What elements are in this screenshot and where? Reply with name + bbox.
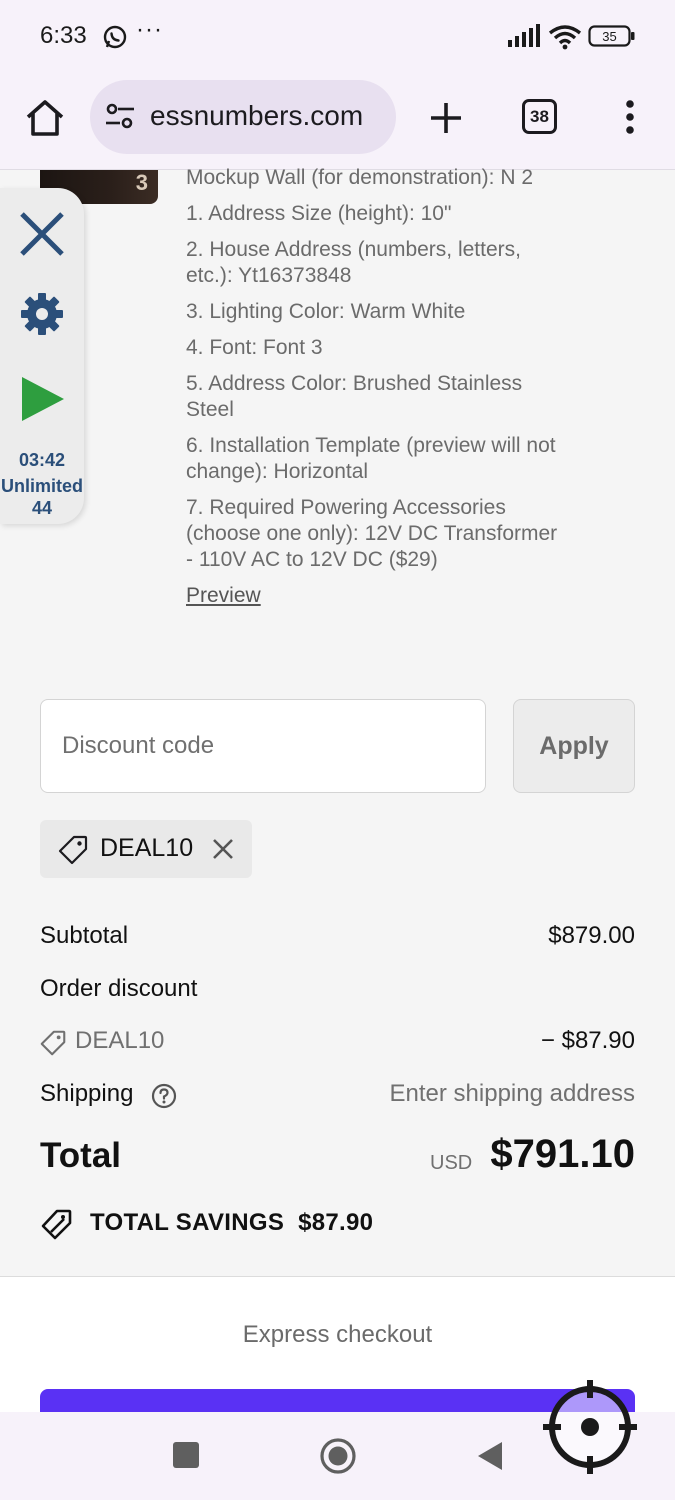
help-icon[interactable]: [151, 1083, 177, 1109]
preview-link[interactable]: Preview: [186, 583, 261, 609]
status-time: 6:33: [40, 22, 87, 49]
site-settings-icon[interactable]: [104, 102, 136, 130]
discount-value: − $87.90: [540, 1027, 635, 1054]
subtotal-value: $879.00: [548, 922, 635, 949]
status-bar: 6:33 ··· 35: [0, 0, 675, 72]
recorder-mode: Unlimited: [0, 476, 83, 496]
tag-icon: [40, 1030, 66, 1056]
signal-icon: [508, 24, 540, 47]
tag-icon: [58, 835, 88, 865]
detail-line: 2. House Address (numbers, letters, etc.…: [186, 238, 521, 287]
shipping-value: Enter shipping address: [389, 1080, 635, 1107]
detail-line: 7. Required Powering Accessories (choose…: [186, 496, 558, 571]
total-label: Total: [40, 1136, 122, 1175]
detail-line: Mockup Wall (for demonstration): N 2: [186, 166, 534, 189]
total-currency: USD: [430, 1152, 473, 1174]
wifi-icon: [548, 25, 582, 50]
play-icon[interactable]: [20, 376, 66, 422]
total-savings-value: $87.90: [298, 1209, 374, 1236]
whatsapp-icon: [103, 25, 127, 49]
url-text[interactable]: essnumbers.com: [150, 100, 363, 132]
detail-line: 3. Lighting Color: Warm White: [186, 300, 466, 323]
detail-line: 1. Address Size (height): 10": [186, 202, 452, 225]
applied-discount-chip: DEAL10: [40, 820, 252, 878]
close-icon[interactable]: [16, 208, 68, 260]
savings-tag-icon: [41, 1209, 72, 1240]
detail-line: 4. Font: Font 3: [186, 336, 323, 359]
svg-text:35: 35: [602, 29, 616, 44]
thumbnail-digit: 3: [135, 170, 148, 195]
applied-discount-code: DEAL10: [100, 834, 194, 862]
total-savings: TOTAL SAVINGS $87.90: [90, 1209, 373, 1237]
recorder-panel: 03:42 Unlimited 44: [0, 188, 84, 524]
order-discount-label: Order discount: [40, 975, 198, 1002]
remove-discount-icon[interactable]: [212, 838, 234, 860]
detail-line: 5. Address Color: Brushed Stainless Stee…: [186, 372, 523, 421]
browser-toolbar: essnumbers.com 38: [0, 72, 675, 170]
battery-icon: 35: [588, 25, 635, 47]
total-value: $791.10: [490, 1132, 635, 1176]
line-item-details: Mockup Wall (for demonstration): N 2 1. …: [186, 165, 566, 609]
apply-button[interactable]: Apply: [513, 699, 635, 793]
gear-icon[interactable]: [20, 292, 64, 336]
recorder-timer: 03:42: [18, 450, 66, 470]
crosshair-icon[interactable]: [543, 1380, 637, 1474]
discount-code-input[interactable]: Discount code: [40, 699, 486, 793]
recorder-count: 44: [31, 498, 53, 518]
detail-line: 6. Installation Template (preview will n…: [186, 434, 556, 483]
recents-button[interactable]: [173, 1442, 199, 1468]
overflow-menu-icon[interactable]: [620, 98, 640, 138]
home-nav-icon[interactable]: [319, 1437, 357, 1475]
total-savings-label: TOTAL SAVINGS: [90, 1209, 285, 1236]
subtotal-label: Subtotal: [40, 922, 129, 949]
more-notifications-icon: ···: [136, 16, 163, 43]
shipping-label: Shipping: [40, 1080, 134, 1107]
discount-code-label: DEAL10: [75, 1027, 165, 1054]
new-tab-icon[interactable]: [428, 100, 464, 136]
home-icon[interactable]: [24, 98, 66, 138]
tab-switcher-button[interactable]: 38: [522, 99, 557, 134]
express-checkout-title: Express checkout: [242, 1321, 433, 1348]
back-icon[interactable]: [476, 1440, 504, 1472]
